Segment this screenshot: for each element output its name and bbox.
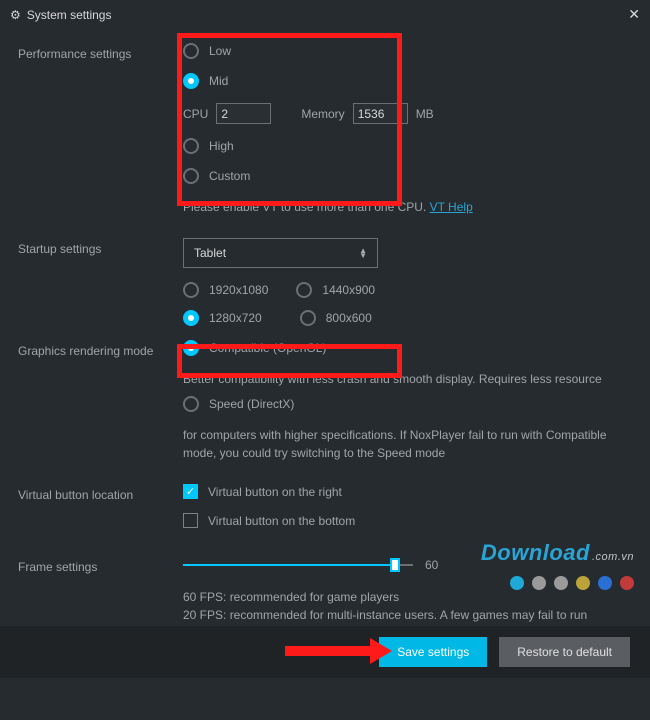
gear-icon: ⚙ (10, 8, 21, 22)
checkbox-icon (183, 513, 198, 528)
radio-label: High (209, 139, 234, 153)
fps-value: 60 (425, 558, 438, 572)
radio-icon (300, 310, 316, 326)
chk-label: Virtual button on the bottom (208, 514, 355, 528)
radio-res-800x600[interactable]: 800x600 (300, 310, 372, 326)
radio-icon (183, 73, 199, 89)
radio-custom[interactable]: Custom (183, 168, 632, 184)
radio-icon (183, 43, 199, 59)
select-value: Tablet (194, 246, 226, 260)
close-icon[interactable]: ✕ (628, 6, 640, 23)
speed-hint: for computers with higher specifications… (183, 426, 632, 462)
footer: Save settings Restore to default (0, 626, 650, 678)
chk-vb-right[interactable]: Virtual button on the right (183, 484, 632, 499)
memory-label: Memory (301, 107, 344, 121)
frame-label: Frame settings (18, 556, 183, 574)
title-bar: ⚙ System settings ✕ (0, 0, 650, 29)
window-title: System settings (27, 8, 112, 22)
radio-icon (183, 168, 199, 184)
vt-help-link[interactable]: VT Help (430, 200, 473, 214)
startup-label: Startup settings (18, 238, 183, 256)
startup-mode-select[interactable]: Tablet ▲▼ (183, 238, 378, 268)
performance-label: Performance settings (18, 43, 183, 61)
radio-res-1280x720[interactable]: 1280x720 (183, 310, 262, 326)
chevron-updown-icon: ▲▼ (359, 248, 367, 258)
radio-icon (183, 310, 199, 326)
performance-group: Low Mid CPU Memory MB High Custom (183, 43, 632, 224)
vbutton-label: Virtual button location (18, 484, 183, 502)
radio-label: Compatible (OpenGL) (209, 341, 326, 355)
radio-speed[interactable]: Speed (DirectX) (183, 396, 632, 412)
cpu-label: CPU (183, 107, 208, 121)
watermark-dots (510, 576, 634, 590)
fps-slider[interactable] (183, 556, 413, 574)
save-button[interactable]: Save settings (379, 637, 487, 667)
memory-unit: MB (416, 107, 434, 121)
radio-label: Custom (209, 169, 250, 183)
radio-label: 1440x900 (322, 283, 375, 297)
radio-res-1920x1080[interactable]: 1920x1080 (183, 282, 268, 298)
chk-vb-bottom[interactable]: Virtual button on the bottom (183, 513, 632, 528)
compatible-hint: Better compatibility with less crash and… (183, 370, 632, 388)
radio-high[interactable]: High (183, 138, 632, 154)
radio-icon (183, 282, 199, 298)
restore-default-button[interactable]: Restore to default (499, 637, 630, 667)
cpu-mem-row: CPU Memory MB (183, 103, 632, 124)
radio-icon (183, 138, 199, 154)
radio-mid[interactable]: Mid (183, 73, 632, 89)
radio-res-1440x900[interactable]: 1440x900 (296, 282, 375, 298)
radio-label: Low (209, 44, 231, 58)
vt-hint: Please enable VT to use more than one CP… (183, 198, 632, 216)
memory-input[interactable] (353, 103, 408, 124)
checkbox-icon (183, 484, 198, 499)
radio-label: 1280x720 (209, 311, 262, 325)
radio-icon (183, 340, 199, 356)
radio-icon (296, 282, 312, 298)
chk-label: Virtual button on the right (208, 485, 342, 499)
radio-label: 1920x1080 (209, 283, 268, 297)
radio-compatible[interactable]: Compatible (OpenGL) (183, 340, 632, 356)
radio-label: Mid (209, 74, 228, 88)
graphics-label: Graphics rendering mode (18, 340, 183, 358)
watermark: Download.com.vn (481, 540, 634, 566)
radio-icon (183, 396, 199, 412)
resolution-group: 1920x1080 1440x900 (183, 282, 632, 298)
radio-low[interactable]: Low (183, 43, 632, 59)
radio-label: 800x600 (326, 311, 372, 325)
cpu-input[interactable] (216, 103, 271, 124)
radio-label: Speed (DirectX) (209, 397, 294, 411)
